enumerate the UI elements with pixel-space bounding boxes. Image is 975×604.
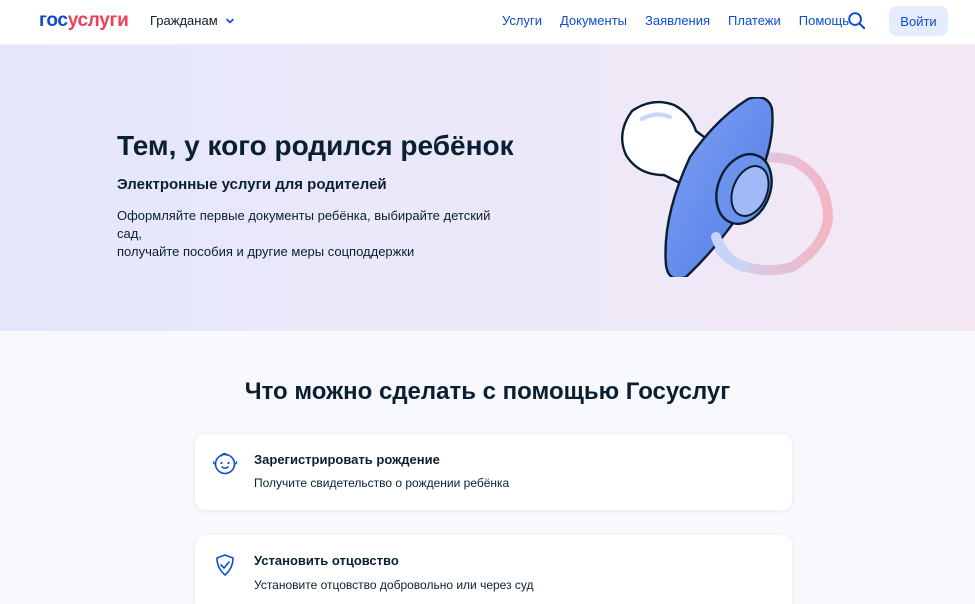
card-description: Получите свидетельство о рождении ребёнк…	[254, 476, 510, 490]
audience-label: Гражданам	[150, 13, 218, 28]
nav-help[interactable]: Помощь	[799, 13, 849, 28]
chevron-down-icon	[225, 18, 234, 23]
service-card-establish-paternity[interactable]: Установить отцовство Установите отцовств…	[195, 535, 792, 604]
shield-icon	[216, 554, 234, 576]
nav-documents[interactable]: Документы	[560, 13, 627, 28]
hero-subtitle: Электронные услуги для родителей	[117, 176, 387, 193]
page-title: Тем, у кого родился ребёнок	[117, 130, 514, 161]
nav-applications[interactable]: Заявления	[645, 13, 710, 28]
nav-payments[interactable]: Платежи	[728, 13, 781, 28]
pacifier-icon	[620, 97, 833, 277]
login-button[interactable]: Войти	[889, 6, 948, 36]
hero-description-line: получайте пособия и другие меры соцподде…	[117, 244, 415, 259]
gosuslugi-logo[interactable]: госуслуги	[39, 10, 129, 32]
nav-services[interactable]: Услуги	[502, 13, 542, 28]
hero-description-line: Оформляйте первые документы ребёнка, выб…	[117, 208, 491, 241]
baby-face-icon	[212, 452, 238, 475]
service-card-register-birth[interactable]: Зарегистрировать рождение Получите свиде…	[195, 434, 792, 510]
hero-banner: Тем, у кого родился ребёнок Электронные …	[0, 45, 975, 331]
top-header: госуслуги Гражданам Услуги Документы Зая…	[0, 0, 975, 45]
main-nav: Услуги Документы Заявления Платежи Помощ…	[502, 13, 849, 28]
hero-description: Оформляйте первые документы ребёнка, выб…	[117, 207, 517, 261]
search-icon[interactable]	[847, 11, 866, 30]
services-section-title: Что можно сделать с помощью Госуслуг	[244, 378, 731, 405]
card-title: Установить отцовство	[254, 553, 399, 568]
card-description: Установите отцовство добровольно или чер…	[254, 578, 534, 592]
card-title: Зарегистрировать рождение	[254, 452, 440, 467]
audience-dropdown[interactable]: Гражданам	[150, 13, 236, 28]
